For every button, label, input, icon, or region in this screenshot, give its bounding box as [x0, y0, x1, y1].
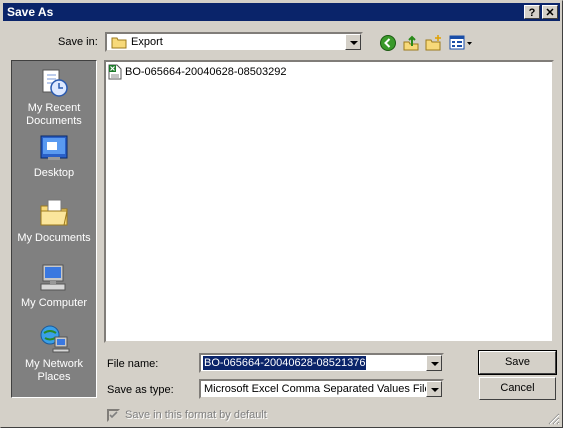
place-label: My Documents	[17, 232, 91, 244]
cancel-button[interactable]: Cancel	[479, 377, 556, 400]
file-name-label: File name:	[107, 358, 159, 370]
title-bar[interactable]: Save As ? ✕	[3, 3, 560, 21]
place-my-documents[interactable]: My Documents	[12, 197, 96, 245]
new-folder-icon[interactable]	[425, 34, 443, 52]
network-places-icon	[40, 325, 70, 353]
place-label: My Computer	[20, 297, 88, 309]
save-as-type-select[interactable]: Microsoft Excel Comma Separated Values F…	[199, 379, 444, 399]
my-computer-icon	[40, 264, 66, 291]
excel-csv-file-icon	[108, 64, 122, 80]
up-folder-icon[interactable]	[402, 34, 420, 52]
default-format-checkbox[interactable]	[107, 409, 120, 422]
file-name: BO-065664-20040628-08503292	[125, 66, 287, 78]
back-icon[interactable]	[379, 34, 397, 52]
close-button[interactable]: ✕	[542, 5, 558, 19]
save-as-type-value: Microsoft Excel Comma Separated Values F…	[204, 383, 426, 395]
place-label: My Recent Documents	[26, 102, 82, 127]
dialog-title: Save As	[7, 5, 54, 19]
place-label: My Network Places	[24, 358, 84, 383]
desktop-icon	[40, 135, 68, 160]
default-format-checkbox-label: Save in this format by default	[125, 409, 267, 421]
place-my-recent-documents[interactable]: My Recent Documents	[12, 67, 96, 128]
place-label: Desktop	[33, 167, 75, 179]
file-name-input[interactable]: BO-065664-20040628-08521376	[199, 353, 444, 373]
save-button[interactable]: Save	[478, 350, 557, 375]
save-in-label: Save in:	[58, 36, 98, 48]
help-button[interactable]: ?	[524, 5, 540, 19]
checkmark-icon	[109, 411, 118, 419]
view-menu-icon[interactable]	[449, 34, 473, 52]
places-bar: My Recent Documents Desktop My Documents	[11, 60, 97, 398]
recent-documents-icon	[42, 69, 68, 97]
file-list[interactable]: BO-065664-20040628-08503292	[104, 60, 554, 343]
file-name-value: BO-065664-20040628-08521376	[203, 356, 367, 370]
save-as-type-label: Save as type:	[107, 384, 174, 396]
resize-grip-icon[interactable]	[548, 413, 560, 425]
save-as-dialog: Save As ? ✕ Save in: Export My Recent Do…	[0, 0, 563, 428]
place-my-computer[interactable]: My Computer	[12, 262, 96, 310]
save-in-value: Export	[131, 36, 163, 48]
my-documents-icon	[40, 199, 68, 226]
place-my-network-places[interactable]: My Network Places	[12, 323, 96, 384]
file-name-dropdown-arrow[interactable]	[426, 355, 442, 371]
save-as-type-dropdown-arrow[interactable]	[426, 381, 442, 397]
save-in-dropdown-arrow[interactable]	[345, 34, 361, 50]
save-in-combobox[interactable]: Export	[105, 32, 363, 52]
folder-icon	[111, 37, 127, 49]
place-desktop[interactable]: Desktop	[12, 132, 96, 180]
